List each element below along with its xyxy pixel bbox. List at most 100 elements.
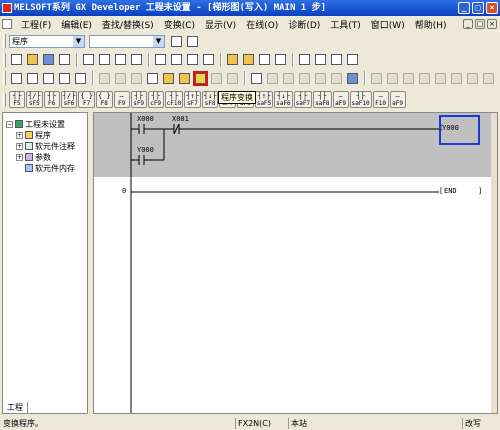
zoom-out-button[interactable]	[313, 52, 328, 67]
program-list-button[interactable]	[169, 34, 184, 49]
ladder-view-button[interactable]	[9, 71, 24, 86]
vertical-scrollbar[interactable]	[491, 113, 497, 413]
convert-online-button[interactable]	[225, 71, 240, 86]
expand-icon[interactable]: +	[16, 153, 23, 161]
read-mode-button[interactable]	[97, 71, 112, 86]
device-batch-button[interactable]	[329, 52, 344, 67]
fkey-open-branch[interactable]: ┤├ F6	[43, 91, 60, 108]
program-settings-button[interactable]	[185, 34, 200, 49]
tree-item-device-memory[interactable]: 软元件内存	[6, 163, 87, 173]
menu-window[interactable]: 窗口(W)	[366, 18, 410, 31]
list-view-button[interactable]	[25, 71, 40, 86]
statement-button[interactable]	[57, 71, 72, 86]
menu-diagnostics[interactable]: 诊断(D)	[283, 18, 325, 31]
sfc-button-4[interactable]	[313, 71, 328, 86]
fkey-close-branch[interactable]: ┤/├ sF6	[60, 91, 78, 108]
fkey-rising-pulse[interactable]: ┤↑├ sF7	[184, 91, 201, 108]
menu-tools[interactable]: 工具(T)	[325, 18, 366, 31]
minimize-button[interactable]: _	[458, 2, 470, 14]
tree-item-parameter[interactable]: + 参数	[6, 152, 87, 162]
fkey-delete-horizontal[interactable]: ┤├ cF9	[147, 91, 164, 108]
ladder-editor[interactable]: X000 X001 Y000 Y000 ( 0 [ END ]	[93, 112, 498, 414]
fkey-application-instruction[interactable]: { } F8	[95, 91, 113, 108]
device-comment-button[interactable]	[145, 71, 160, 86]
fkey-pulse-c[interactable]: ┤├ saF7	[293, 91, 313, 108]
plc-write-button[interactable]	[241, 52, 256, 67]
fkey-pulse-d[interactable]: ┤├ saF8	[313, 91, 332, 108]
close-button[interactable]: ×	[486, 2, 498, 14]
mdi-restore-button[interactable]: □	[475, 19, 485, 29]
expand-icon[interactable]: +	[16, 131, 23, 139]
expand-icon[interactable]: +	[16, 142, 23, 150]
fkey-coil[interactable]: { } F7	[78, 91, 95, 108]
convert-all-button[interactable]	[209, 71, 224, 86]
mdi-close-button[interactable]: ×	[487, 19, 497, 29]
cut-button[interactable]	[81, 52, 96, 67]
plc-read-button[interactable]	[225, 52, 240, 67]
step-execute-button[interactable]	[177, 71, 192, 86]
fkey-pulse-a[interactable]: ┤↑├ saF5	[254, 91, 274, 108]
fkey-operation-result[interactable]: ┤├ saF10	[349, 91, 372, 108]
tree-item-program[interactable]: + 程序	[6, 130, 87, 140]
sfc-button-5[interactable]	[329, 71, 344, 86]
find-character-button[interactable]	[201, 52, 216, 67]
write-mode-button[interactable]	[113, 71, 128, 86]
maximize-button[interactable]: □	[472, 2, 484, 14]
menu-edit[interactable]: 编辑(E)	[56, 18, 97, 31]
fkey-close-contact[interactable]: ┤/├ sF5	[26, 91, 43, 108]
sfc-button-1[interactable]	[265, 71, 280, 86]
menu-convert[interactable]: 变换(C)	[159, 18, 200, 31]
menu-help[interactable]: 帮助(H)	[410, 18, 452, 31]
sfc-button-3[interactable]	[297, 71, 312, 86]
sfc-button-2[interactable]	[281, 71, 296, 86]
find-device-button[interactable]	[153, 52, 168, 67]
save-button[interactable]	[41, 52, 56, 67]
fkey-falling-pulse[interactable]: ┤↓├ sF8	[201, 91, 219, 108]
sfc-symbol-button-2[interactable]	[385, 71, 400, 86]
collapse-icon[interactable]: −	[6, 120, 13, 128]
fkey-open-contact[interactable]: ┤├ F5	[9, 91, 25, 108]
sfc-symbol-button-8[interactable]	[481, 71, 496, 86]
sfc-symbol-button-7[interactable]	[465, 71, 480, 86]
print-button[interactable]	[57, 52, 72, 67]
open-button[interactable]	[25, 52, 40, 67]
paste-button[interactable]	[113, 52, 128, 67]
find-instruction-button[interactable]	[169, 52, 184, 67]
copy-button[interactable]	[97, 52, 112, 67]
sfc-symbol-button-1[interactable]	[369, 71, 384, 86]
fkey-vertical-line[interactable]: ┤├ sF9	[130, 91, 147, 108]
chevron-down-icon[interactable]: ▼	[153, 35, 164, 47]
entry-data-button[interactable]	[345, 52, 360, 67]
menu-online[interactable]: 在线(O)	[241, 18, 283, 31]
fkey-line-delete[interactable]: — aF9	[389, 91, 406, 108]
monitor-button[interactable]	[257, 52, 272, 67]
ladder-monitor-button[interactable]	[161, 71, 176, 86]
find-step-button[interactable]	[185, 52, 200, 67]
fkey-horizontal-line[interactable]: — F9	[113, 91, 130, 108]
fkey-line-write[interactable]: — F10	[372, 91, 389, 108]
fkey-invert[interactable]: — aF9	[332, 91, 349, 108]
note-button[interactable]	[73, 71, 88, 86]
data-type-combo[interactable]: 程序 ▼	[9, 34, 85, 48]
search-button[interactable]	[249, 71, 264, 86]
tree-root[interactable]: − 工程未设置	[6, 119, 87, 129]
monitor-mode-button[interactable]	[129, 71, 144, 86]
chevron-down-icon[interactable]: ▼	[73, 35, 84, 47]
menu-find-replace[interactable]: 查找/替换(S)	[97, 18, 159, 31]
sfc-symbol-button-6[interactable]	[449, 71, 464, 86]
sfc-symbol-button-5[interactable]	[433, 71, 448, 86]
menu-view[interactable]: 显示(V)	[200, 18, 241, 31]
program-combo[interactable]: ▼	[89, 34, 165, 48]
zoom-in-button[interactable]	[297, 52, 312, 67]
sfc-symbol-button-3[interactable]	[401, 71, 416, 86]
comment-button[interactable]	[41, 71, 56, 86]
monitor-write-button[interactable]	[273, 52, 288, 67]
mdi-minimize-button[interactable]: _	[463, 19, 473, 29]
sfc-symbol-button-4[interactable]	[417, 71, 432, 86]
monitor-window-button[interactable]	[345, 71, 360, 86]
fkey-delete-vertical[interactable]: ┤├ cF10	[164, 91, 184, 108]
new-button[interactable]	[9, 52, 24, 67]
tab-project[interactable]: 工程	[2, 402, 28, 414]
tree-item-device-comment[interactable]: + 软元件注释	[6, 141, 87, 151]
document-icon[interactable]	[2, 19, 12, 29]
